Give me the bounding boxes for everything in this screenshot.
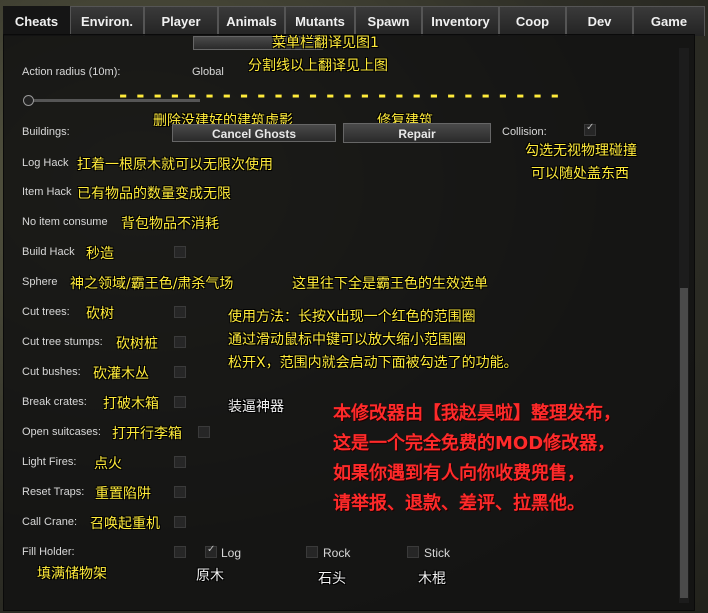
tab-coop[interactable]: Coop: [499, 6, 566, 36]
log-checkbox[interactable]: [205, 544, 217, 558]
sphere-note: 这里往下全是霸王色的生效选单: [292, 276, 488, 292]
usage-line-1: 使用方法：长按X出现一个红色的范围圈: [228, 309, 476, 325]
cut-trees-label: Cut trees:: [22, 306, 70, 318]
item-hack-annotation: 已有物品的数量变成无限: [77, 186, 231, 202]
call-crane-checkbox[interactable]: [174, 516, 186, 528]
collision-annotation-2: 可以随处盖东西: [531, 166, 629, 182]
panel-scrollbar-thumb[interactable]: [680, 288, 688, 598]
action-radius-slider[interactable]: [25, 99, 200, 102]
cut-bushes-label: Cut bushes:: [22, 366, 81, 378]
sphere-annotation: 神之领域/霸王色/肃杀气场: [70, 276, 234, 292]
free-notice-line-2: 这是一个完全免费的MOD修改器，: [333, 433, 616, 454]
break-crates-label: Break crates:: [22, 396, 87, 408]
item-hack-label: Item Hack: [22, 186, 72, 198]
menu-note: 菜单栏翻译见图1: [272, 35, 379, 51]
build-hack-checkbox[interactable]: [174, 246, 186, 258]
open-suitcases-label: Open suitcases:: [22, 426, 101, 438]
usage-line-2: 通过滑动鼠标中键可以放大缩小范围圈: [228, 332, 466, 348]
open-suitcases-annotation: 打开行李箱: [112, 426, 182, 442]
log-label: Log: [221, 546, 242, 560]
buildings-label: Buildings:: [22, 126, 70, 138]
reset-traps-label: Reset Traps:: [22, 486, 85, 498]
usage-line-3: 松开X，范围内就会启动下面被勾选了的功能。: [228, 355, 518, 371]
action-radius-slider-knob[interactable]: [23, 95, 34, 106]
log-annotation: 原木: [196, 568, 224, 584]
tab-dev[interactable]: Dev: [566, 6, 633, 36]
artifact-annotation: 装逼神器: [228, 399, 284, 415]
log-hack-annotation: 扛着一根原木就可以无限次使用: [77, 157, 273, 173]
collision-checkbox[interactable]: [584, 122, 596, 136]
reset-traps-checkbox[interactable]: [174, 486, 186, 498]
call-crane-label: Call Crane:: [22, 516, 78, 528]
call-crane-annotation: 召唤起重机: [90, 516, 160, 532]
open-suitcases-checkbox[interactable]: [198, 426, 210, 438]
cut-bushes-annotation: 砍灌木丛: [93, 366, 149, 382]
stick-annotation: 木棍: [418, 571, 446, 587]
stick-label: Stick: [424, 546, 451, 560]
rock-checkbox[interactable]: [306, 546, 318, 558]
collision-annotation-1: 勾选无视物理碰撞: [525, 143, 637, 159]
cut-stumps-label: Cut tree stumps:: [22, 336, 103, 348]
free-notice-line-1: 本修改器由【我赵昊啦】整理发布，: [333, 403, 621, 424]
cut-bushes-checkbox[interactable]: [174, 366, 186, 378]
tab-cheats[interactable]: Cheats: [3, 6, 70, 36]
collision-label: Collision:: [502, 126, 547, 138]
global-label: Global: [192, 66, 224, 78]
free-notice-line-3: 如果你遇到有人向你收费兜售，: [333, 463, 585, 484]
stick-checkbox[interactable]: [407, 546, 419, 558]
cut-trees-annotation: 砍树: [86, 306, 114, 322]
free-notice-line-4: 请举报、退款、差评、拉黑他。: [333, 493, 585, 514]
divider-note: 分割线以上翻译见上图: [248, 58, 388, 74]
fill-holder-annotation: 填满储物架: [37, 566, 107, 582]
cut-stumps-checkbox[interactable]: [174, 336, 186, 348]
action-radius-label: Action radius (10m):: [22, 66, 121, 78]
tab-game[interactable]: Game: [633, 6, 705, 36]
build-hack-label: Build Hack: [22, 246, 75, 258]
no-item-consume-label: No item consume: [22, 216, 108, 228]
break-crates-checkbox[interactable]: [174, 396, 186, 408]
light-fires-label: Light Fires:: [22, 456, 77, 468]
light-fires-checkbox[interactable]: [174, 456, 186, 468]
light-fires-annotation: 点火: [94, 456, 122, 472]
divider-dashes: - - - - - - - - - - - - - - - - - - - - …: [119, 83, 560, 107]
break-crates-annotation: 打破木箱: [103, 396, 159, 412]
build-hack-annotation: 秒造: [86, 246, 114, 262]
log-hack-label: Log Hack: [22, 157, 69, 169]
cancel-ghosts-button[interactable]: Cancel Ghosts: [172, 124, 336, 142]
sphere-label: Sphere: [22, 276, 58, 288]
tab-inventory[interactable]: Inventory: [422, 6, 499, 36]
no-item-consume-annotation: 背包物品不消耗: [121, 216, 219, 232]
rock-annotation: 石头: [318, 571, 346, 587]
fill-holder-label: Fill Holder:: [22, 546, 75, 558]
tab-environ[interactable]: Environ.: [70, 6, 144, 36]
cut-trees-checkbox[interactable]: [174, 306, 186, 318]
tab-player[interactable]: Player: [144, 6, 218, 36]
reset-traps-annotation: 重置陷阱: [95, 486, 151, 502]
rock-label: Rock: [323, 546, 351, 560]
cut-stumps-annotation: 砍树桩: [116, 336, 158, 352]
repair-button[interactable]: Repair: [343, 123, 491, 143]
fill-holder-checkbox[interactable]: [174, 546, 186, 558]
